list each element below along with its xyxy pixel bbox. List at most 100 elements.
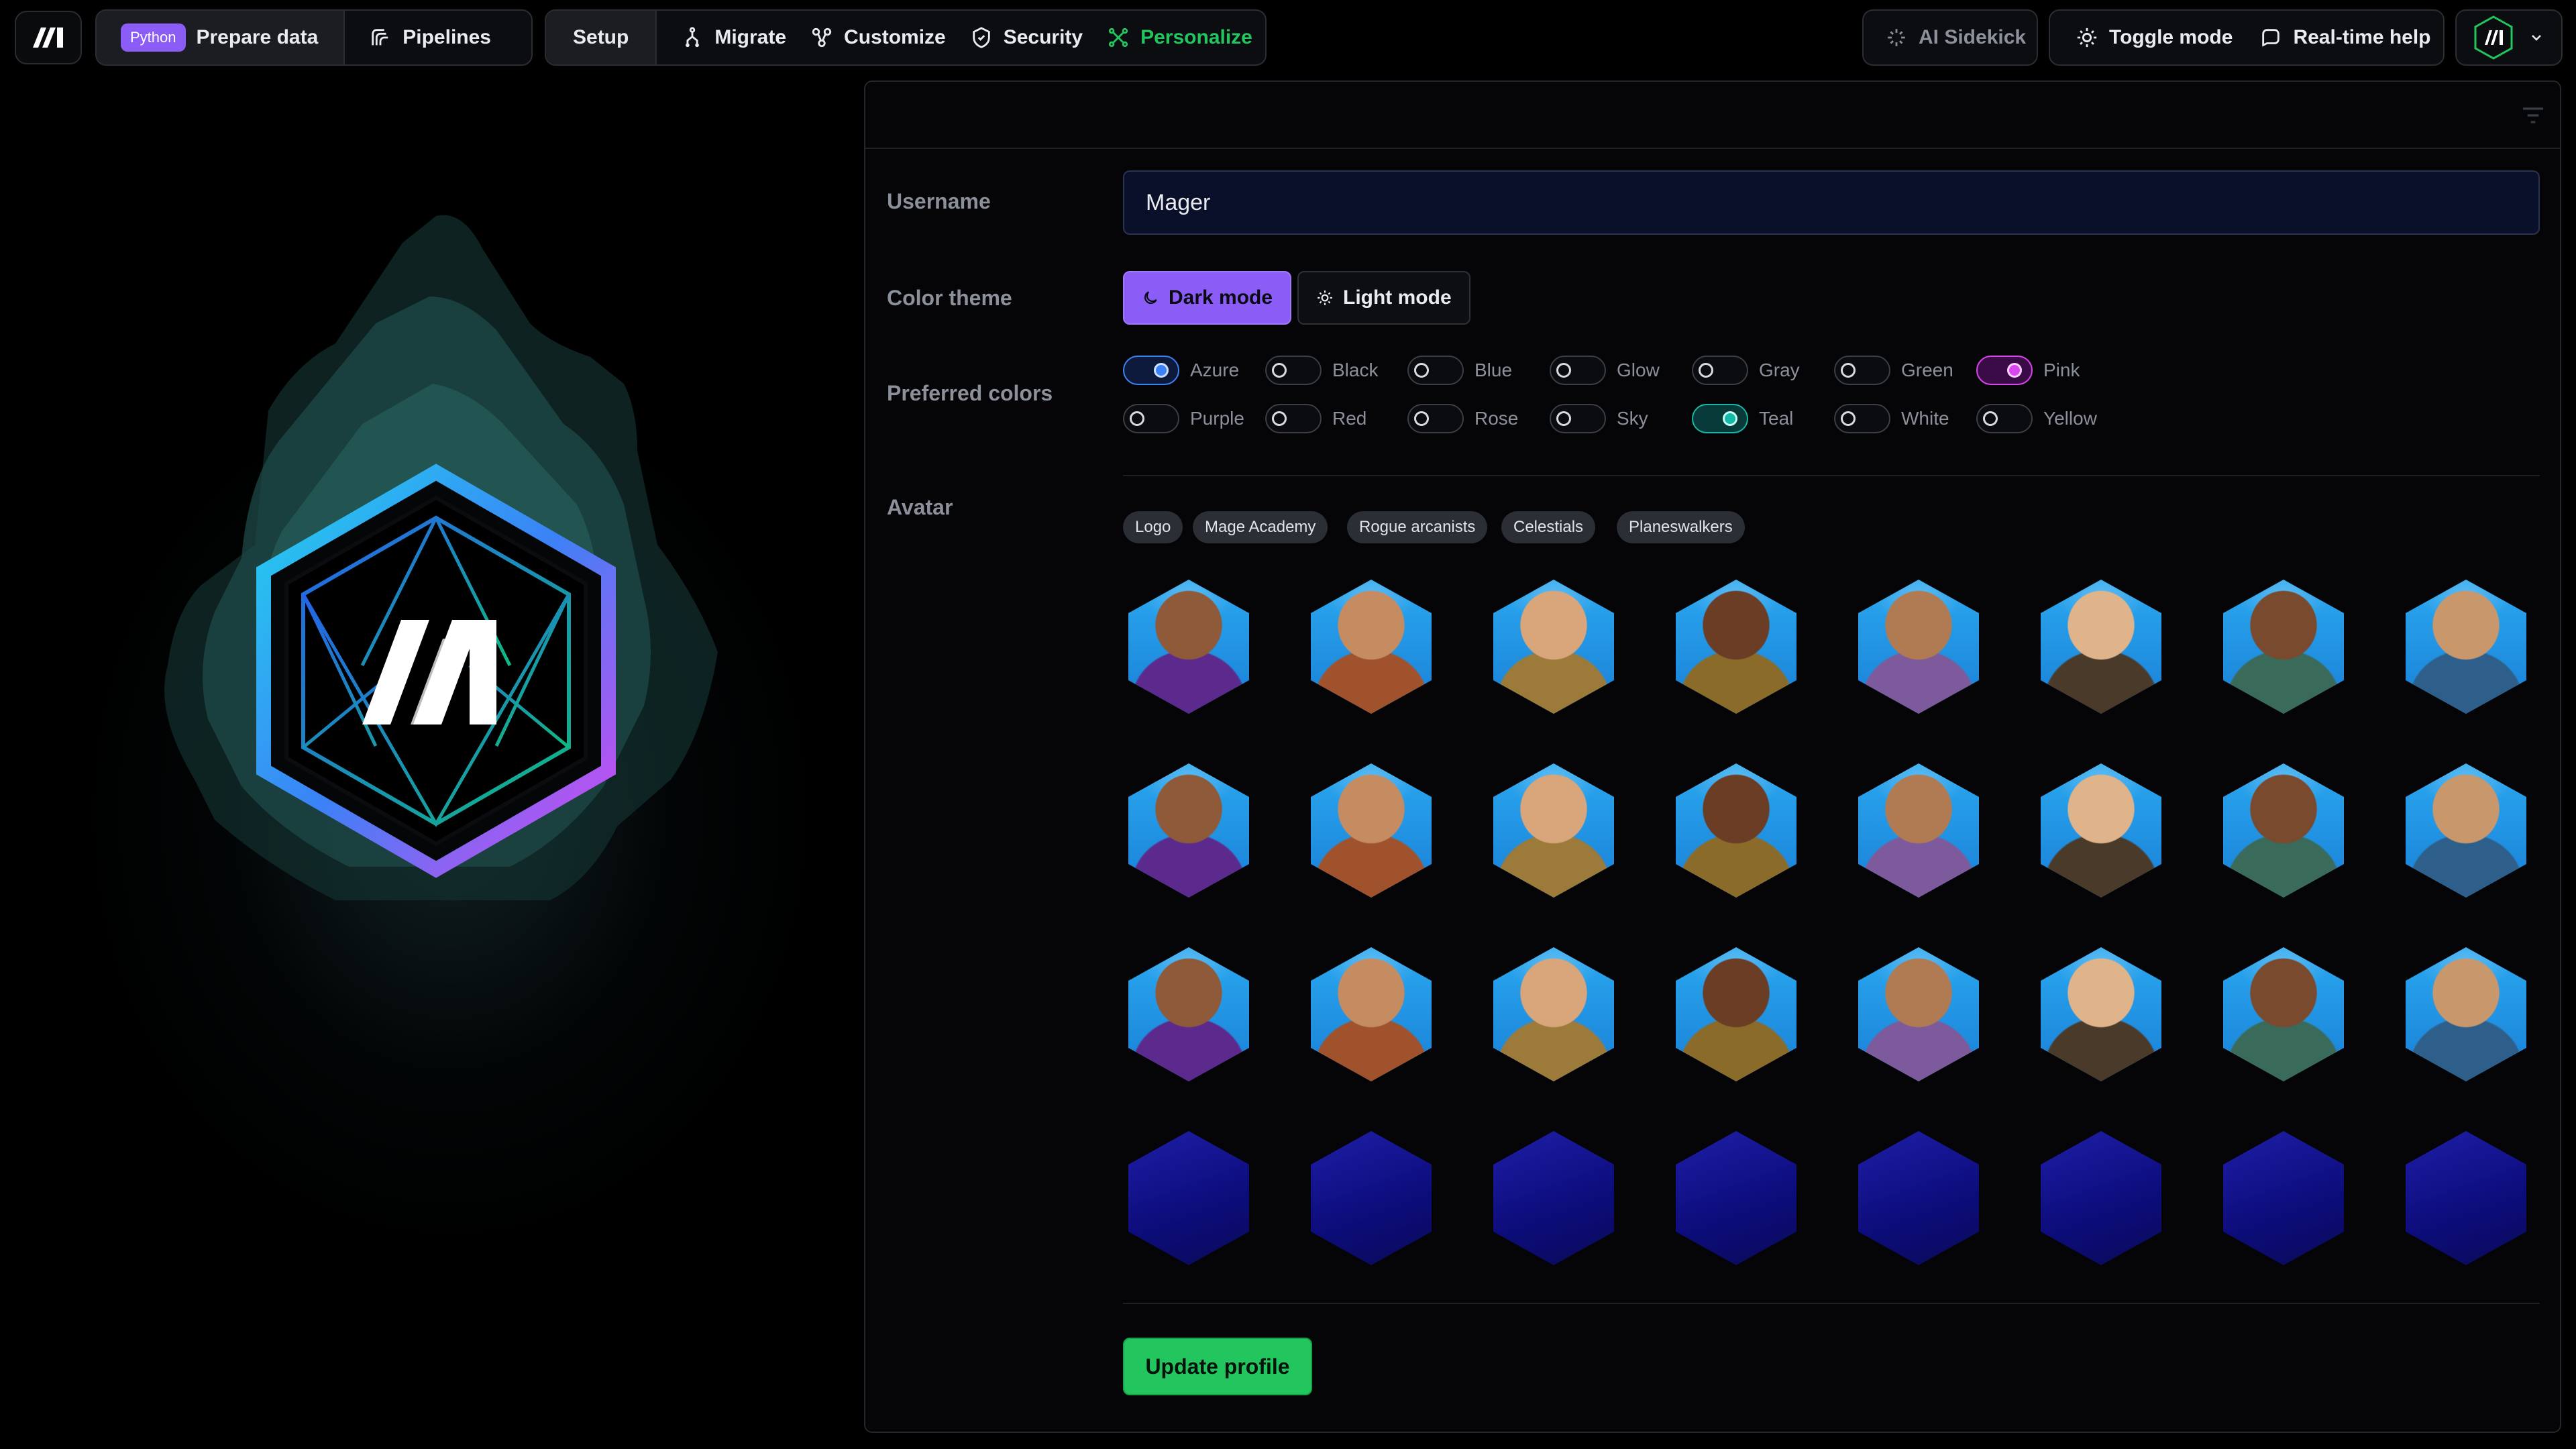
avatar-option[interactable] bbox=[2406, 947, 2526, 1081]
prepare-data-button[interactable]: Python Prepare data bbox=[97, 11, 344, 64]
avatar-option[interactable] bbox=[1493, 580, 1614, 714]
avatar bbox=[2474, 15, 2513, 60]
avatar-option[interactable] bbox=[1858, 763, 1979, 898]
color-toggle-label: Green bbox=[1901, 360, 1953, 380]
tab-customize[interactable]: Customize bbox=[798, 11, 958, 64]
avatar-option[interactable] bbox=[1676, 580, 1796, 714]
avatar-label: Avatar bbox=[887, 495, 953, 519]
color-toggle-white[interactable]: White bbox=[1834, 404, 1949, 433]
avatar-option[interactable] bbox=[2041, 947, 2161, 1081]
color-toggle-green[interactable]: Green bbox=[1834, 356, 1953, 385]
avatar-option[interactable] bbox=[1493, 947, 1614, 1081]
toggle-switch[interactable] bbox=[1265, 404, 1322, 433]
avatar-empty-slot[interactable] bbox=[2223, 1131, 2344, 1265]
avatar-option[interactable] bbox=[1858, 580, 1979, 714]
python-badge: Python bbox=[121, 23, 186, 52]
avatar-option[interactable] bbox=[2223, 947, 2344, 1081]
tab-security[interactable]: Security bbox=[958, 11, 1095, 64]
color-toggle-purple[interactable]: Purple bbox=[1123, 404, 1244, 433]
avatar-tag-logo[interactable]: Logo bbox=[1123, 511, 1183, 543]
avatar-option[interactable] bbox=[1676, 763, 1796, 898]
avatar-tag-mage-academy[interactable]: Mage Academy bbox=[1193, 511, 1328, 543]
tab-setup[interactable]: Setup bbox=[546, 11, 656, 64]
home-logo-button[interactable] bbox=[15, 11, 82, 64]
username-input[interactable]: Mager bbox=[1123, 170, 2540, 235]
avatar-option[interactable] bbox=[2223, 580, 2344, 714]
toggle-switch[interactable] bbox=[1550, 404, 1606, 433]
toggle-switch[interactable] bbox=[1976, 356, 2033, 385]
ai-sidekick-button[interactable]: AI Sidekick bbox=[1864, 11, 2037, 64]
color-toggle-rose[interactable]: Rose bbox=[1407, 404, 1518, 433]
avatar-empty-slot[interactable] bbox=[1493, 1131, 1614, 1265]
avatar-option[interactable] bbox=[1311, 763, 1432, 898]
pipelines-button[interactable]: Pipelines bbox=[345, 11, 515, 64]
color-toggle-blue[interactable]: Blue bbox=[1407, 356, 1512, 385]
avatar-empty-slot[interactable] bbox=[1128, 1131, 1249, 1265]
toggle-knob bbox=[2007, 363, 2022, 378]
toggle-switch[interactable] bbox=[1407, 404, 1464, 433]
color-toggle-pink[interactable]: Pink bbox=[1976, 356, 2080, 385]
light-mode-button[interactable]: Light mode bbox=[1297, 271, 1470, 325]
color-toggle-glow[interactable]: Glow bbox=[1550, 356, 1660, 385]
avatar-option[interactable] bbox=[2406, 580, 2526, 714]
toggle-switch[interactable] bbox=[1123, 404, 1179, 433]
avatar-option[interactable] bbox=[2041, 763, 2161, 898]
avatar-option[interactable] bbox=[1128, 580, 1249, 714]
tab-personalize[interactable]: Personalize bbox=[1095, 11, 1265, 64]
toggle-switch[interactable] bbox=[1834, 404, 1890, 433]
mage-crystal-logo bbox=[164, 215, 718, 900]
update-profile-button[interactable]: Update profile bbox=[1123, 1338, 1312, 1395]
toggle-switch[interactable] bbox=[1265, 356, 1322, 385]
toggle-switch[interactable] bbox=[1407, 356, 1464, 385]
avatar-option[interactable] bbox=[1311, 580, 1432, 714]
avatar-option[interactable] bbox=[1128, 763, 1249, 898]
avatar-option[interactable] bbox=[1858, 947, 1979, 1081]
color-toggle-yellow[interactable]: Yellow bbox=[1976, 404, 2097, 433]
toggle-knob bbox=[1272, 411, 1287, 426]
toggle-knob bbox=[1414, 411, 1429, 426]
toggle-switch[interactable] bbox=[1550, 356, 1606, 385]
sun-icon bbox=[1318, 290, 1332, 305]
avatar-tag-rogue-arcanists[interactable]: Rogue arcanists bbox=[1347, 511, 1488, 543]
sparkle-icon bbox=[1888, 29, 1905, 46]
filter-icon[interactable] bbox=[2520, 102, 2546, 129]
avatar-option[interactable] bbox=[2223, 763, 2344, 898]
color-toggle-red[interactable]: Red bbox=[1265, 404, 1366, 433]
avatar-empty-slot[interactable] bbox=[1676, 1131, 1796, 1265]
tab-migrate[interactable]: Migrate bbox=[657, 11, 798, 64]
avatar-option[interactable] bbox=[1128, 947, 1249, 1081]
color-toggle-teal[interactable]: Teal bbox=[1692, 404, 1793, 433]
avatar-placeholder-hex bbox=[1676, 1131, 1796, 1265]
avatar-portrait-image bbox=[1858, 763, 1979, 898]
toggle-knob bbox=[1841, 363, 1856, 378]
toggle-switch[interactable] bbox=[1692, 356, 1748, 385]
avatar-option[interactable] bbox=[1676, 947, 1796, 1081]
color-toggle-gray[interactable]: Gray bbox=[1692, 356, 1800, 385]
avatar-option[interactable] bbox=[1311, 947, 1432, 1081]
realtime-help-button[interactable]: Real-time help bbox=[2246, 11, 2443, 64]
user-menu-button[interactable] bbox=[2455, 9, 2563, 66]
avatar-empty-slot[interactable] bbox=[2406, 1131, 2526, 1265]
avatar-empty-slot[interactable] bbox=[1858, 1131, 1979, 1265]
color-toggle-black[interactable]: Black bbox=[1265, 356, 1378, 385]
top-navigation-bar: Python Prepare data Pipelines Setup Migr… bbox=[0, 0, 2576, 75]
username-value: Mager bbox=[1146, 189, 1211, 215]
avatar-option[interactable] bbox=[2406, 763, 2526, 898]
avatar-tag-celestials[interactable]: Celestials bbox=[1501, 511, 1596, 543]
color-toggle-sky[interactable]: Sky bbox=[1550, 404, 1648, 433]
toggle-switch[interactable] bbox=[1976, 404, 2033, 433]
avatar-option[interactable] bbox=[2041, 580, 2161, 714]
avatar-portrait-image bbox=[1676, 947, 1796, 1081]
dark-mode-button[interactable]: Dark mode bbox=[1123, 271, 1292, 325]
avatar-tag-planeswalkers[interactable]: Planeswalkers bbox=[1617, 511, 1745, 543]
avatar-empty-slot[interactable] bbox=[2041, 1131, 2161, 1265]
color-toggle-azure[interactable]: Azure bbox=[1123, 356, 1239, 385]
avatar-option[interactable] bbox=[1493, 763, 1614, 898]
pipelines-icon bbox=[372, 29, 388, 46]
toggle-mode-button[interactable]: Toggle mode bbox=[2050, 11, 2246, 64]
toggle-switch[interactable] bbox=[1834, 356, 1890, 385]
avatar-empty-slot[interactable] bbox=[1311, 1131, 1432, 1265]
toggle-switch[interactable] bbox=[1123, 356, 1179, 385]
toggle-switch[interactable] bbox=[1692, 404, 1748, 433]
ai-sidekick-label: AI Sidekick bbox=[1919, 26, 2027, 48]
